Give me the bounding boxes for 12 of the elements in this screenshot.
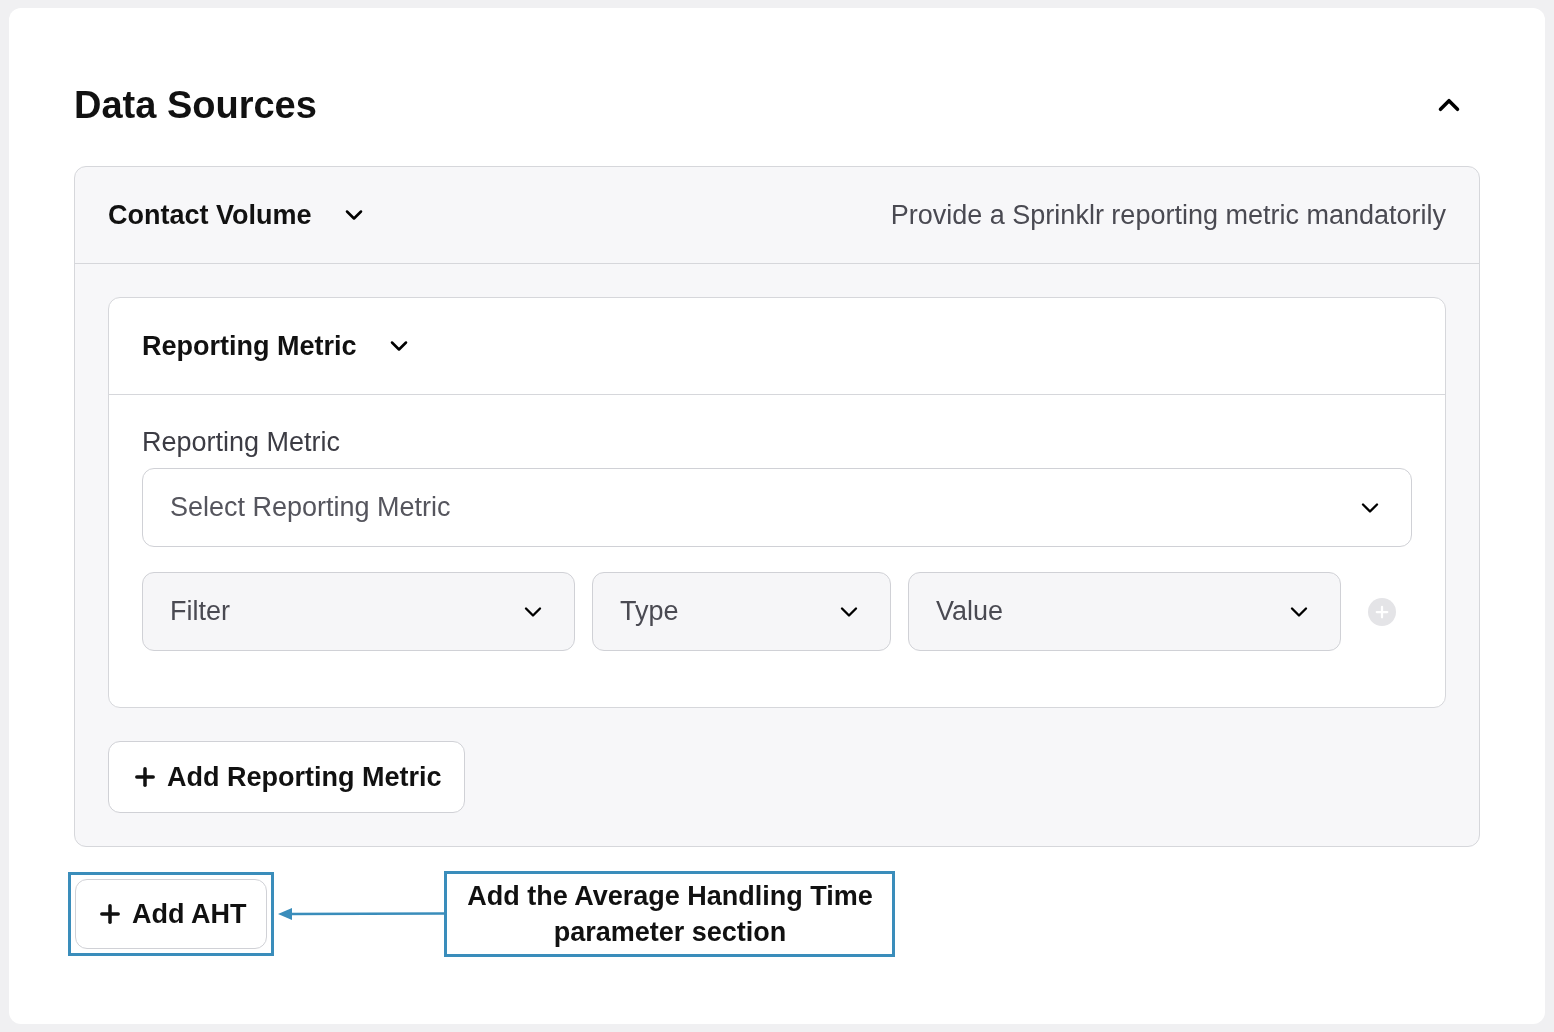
section-title: Data Sources	[74, 86, 317, 124]
annotation-callout: Add the Average Handling Time parameter section	[444, 871, 896, 957]
add-reporting-metric-button[interactable]: Add Reporting Metric	[108, 741, 465, 813]
field-label: Reporting Metric	[142, 429, 342, 456]
filter-dropdown[interactable]: Type	[592, 572, 891, 651]
add-aht-button[interactable]: Add AHT	[75, 879, 268, 949]
filter-dropdown[interactable]: Value	[908, 572, 1341, 651]
source-name: Contact Volume	[108, 198, 312, 232]
metric-select[interactable]: Select Reporting Metric	[142, 468, 1412, 547]
source-hint: Provide a Sprinklr reporting metric mandatorily	[890, 198, 1446, 232]
metric-card-title: Reporting Metric	[142, 329, 357, 363]
filter-dropdown[interactable]: Filter	[142, 572, 575, 651]
